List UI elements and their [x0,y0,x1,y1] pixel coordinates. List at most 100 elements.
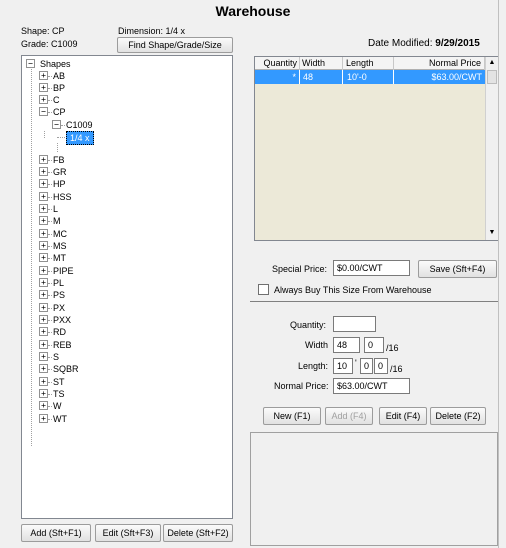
tree-item-label: PXX [53,315,72,325]
expand-icon[interactable]: + [39,229,48,238]
width-field[interactable]: 48 [333,337,360,353]
tree-item-label: BP [53,83,66,93]
expand-icon[interactable]: + [39,389,48,398]
scrollbar-thumb[interactable] [487,70,497,84]
expand-icon[interactable]: + [39,241,48,250]
expand-icon[interactable]: + [39,364,48,373]
tree-connector-line [48,246,52,247]
tree-connector-line [48,308,52,309]
expand-icon[interactable]: + [39,253,48,262]
tree-connector-line [48,283,52,284]
length-inches-field[interactable]: 0 [360,358,373,374]
expand-icon[interactable]: + [39,179,48,188]
expand-icon[interactable]: + [39,71,48,80]
column-header-length[interactable]: Length [343,57,394,70]
normal-price-field[interactable]: $63.00/CWT [333,378,410,394]
expand-icon[interactable]: + [39,340,48,349]
tree-item-label: GR [53,167,67,177]
always-buy-checkbox[interactable] [258,284,269,295]
tree-item-label: C1009 [66,120,93,130]
tree-connector-line [57,143,58,152]
collapse-icon[interactable]: − [52,120,61,129]
tree-connector-line [31,69,32,446]
collapse-icon[interactable]: − [26,59,35,68]
length-label: Length: [298,361,329,371]
tree-connector-line [48,234,52,235]
scroll-down-icon[interactable]: ▼ [486,227,498,239]
tree-item-label: W [53,401,62,411]
grade-label: Grade: C1009 [21,39,78,49]
grid-vertical-scrollbar[interactable]: ▲ ▼ [485,57,498,240]
collapse-icon[interactable]: − [39,107,48,116]
tree-item-label: CP [53,107,66,117]
tree-connector-line [48,88,52,89]
column-header-width[interactable]: Width [300,57,343,70]
column-header-quantity[interactable]: Quantity [255,57,300,70]
normal-price-label: Normal Price: [274,381,329,391]
delete-shape-button[interactable]: Delete (Sft+F2) [163,524,233,542]
tree-connector-line [48,271,52,272]
tree-connector-line [48,112,52,113]
tree-connector-line [48,369,52,370]
tree-item-label: 1/4 x [66,131,94,145]
tree-item-label: HP [53,179,66,189]
expand-icon[interactable]: + [39,192,48,201]
column-header-normal-price[interactable]: Normal Price [394,57,485,70]
expand-icon[interactable]: + [39,266,48,275]
expand-icon[interactable]: + [39,315,48,324]
quantity-label: Quantity: [290,320,327,330]
tree-item-label: C [53,95,60,105]
tree-item-label: PL [53,278,65,288]
tree-item-label: L [53,204,59,214]
delete-button[interactable]: Delete (F2) [430,407,486,425]
quantity-field[interactable] [333,316,376,332]
shapes-tree[interactable]: − Shapes + AB + BP + C − CP − C1009 1/4 … [21,55,233,519]
table-row[interactable]: * 48 10'-0 $63.00/CWT [255,70,485,84]
length-fraction-field[interactable]: 0 [374,358,388,374]
inventory-grid[interactable]: Quantity Width Length Normal Price * 48 … [254,56,499,241]
expand-icon[interactable]: + [39,155,48,164]
tree-item-label: TS [53,389,65,399]
width-denominator: /16 [386,343,399,353]
length-feet-field[interactable]: 10 [333,358,353,374]
expand-icon[interactable]: + [39,216,48,225]
tree-connector-line [48,160,52,161]
special-price-field[interactable]: $0.00/CWT [333,260,410,276]
expand-icon[interactable]: + [39,204,48,213]
cell-width: 48 [300,70,343,84]
tree-item-label: PIPE [53,266,74,276]
scroll-up-icon[interactable]: ▲ [486,57,498,69]
tree-connector-line [48,197,52,198]
tree-connector-line [44,131,45,138]
expand-icon[interactable]: + [39,401,48,410]
expand-icon[interactable]: + [39,83,48,92]
save-special-price-button[interactable]: Save (Sft+F4) [418,260,497,278]
expand-icon[interactable]: + [39,278,48,287]
special-price-label: Special Price: [272,264,328,274]
expand-icon[interactable]: + [39,327,48,336]
expand-icon[interactable]: + [39,377,48,386]
expand-icon[interactable]: + [39,352,48,361]
tree-connector-line [57,137,65,138]
expand-icon[interactable]: + [39,167,48,176]
edit-button[interactable]: Edit (F4) [379,407,427,425]
add-button[interactable]: Add (F4) [325,407,373,425]
tree-connector-line [61,125,65,126]
tree-connector-line [48,394,52,395]
length-denominator: /16 [390,364,403,374]
tree-item-label: MC [53,229,67,239]
edit-shape-button[interactable]: Edit (Sft+F3) [95,524,161,542]
tree-connector-line [48,419,52,420]
always-buy-label: Always Buy This Size From Warehouse [274,285,432,295]
expand-icon[interactable]: + [39,303,48,312]
add-shape-button[interactable]: Add (Sft+F1) [21,524,91,542]
expand-icon[interactable]: + [39,95,48,104]
width-label: Width [305,340,329,350]
tree-connector-line [48,209,52,210]
feet-mark: ' [355,358,357,368]
width-fraction-field[interactable]: 0 [364,337,384,353]
expand-icon[interactable]: + [39,290,48,299]
expand-icon[interactable]: + [39,414,48,423]
new-button[interactable]: New (F1) [263,407,321,425]
find-shape-grade-size-button[interactable]: Find Shape/Grade/Size [117,37,233,53]
